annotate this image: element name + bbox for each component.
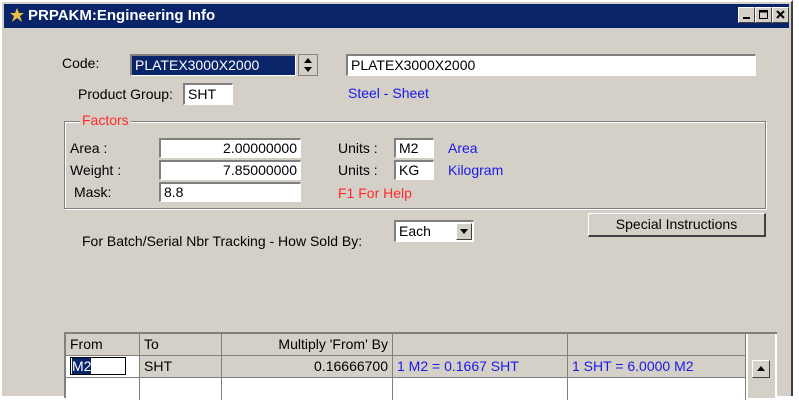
- window-title: PRPAKM:Engineering Info: [28, 7, 216, 24]
- minimize-button[interactable]: [738, 7, 755, 23]
- weight-units-input[interactable]: KG: [394, 160, 434, 180]
- weight-value: 7.85000000: [223, 162, 297, 178]
- grid-header-col5[interactable]: [568, 334, 746, 356]
- weight-label: Weight :: [70, 162, 122, 178]
- table-row-to-cell[interactable]: SHT: [140, 356, 222, 378]
- empty-cell: [140, 378, 222, 400]
- minimize-icon: [743, 17, 750, 19]
- area-units-input[interactable]: M2: [394, 138, 434, 158]
- engineering-info-window: PRPAKM:Engineering Info Code: PLATEX3000…: [0, 0, 793, 400]
- product-group-label: Product Group:: [78, 86, 173, 102]
- mask-label: Mask:: [74, 184, 112, 200]
- product-group-input[interactable]: SHT: [183, 83, 233, 105]
- grid-header-col4[interactable]: [393, 334, 568, 356]
- how-sold-by-value: Each: [399, 223, 431, 239]
- area-units-value: M2: [399, 140, 419, 156]
- table-row-reverse-conversion-cell[interactable]: 1 SHT = 6.0000 M2: [568, 356, 746, 378]
- mask-value: 8.8: [164, 184, 184, 200]
- product-group-value: SHT: [188, 86, 216, 102]
- empty-cell: [393, 378, 568, 400]
- close-button[interactable]: [772, 7, 789, 23]
- area-input[interactable]: 2.00000000: [159, 138, 301, 158]
- maximize-icon: [759, 10, 768, 19]
- empty-cell: [66, 378, 140, 400]
- grid-header-multiply[interactable]: Multiply 'From' By: [222, 334, 393, 356]
- empty-cell: [222, 378, 393, 400]
- table-row-from-cell[interactable]: M2: [66, 356, 140, 378]
- product-group-description: Steel - Sheet: [348, 85, 429, 101]
- empty-cell: [568, 378, 746, 400]
- area-value: 2.00000000: [223, 140, 297, 156]
- maximize-button[interactable]: [755, 7, 772, 23]
- chevron-down-icon: [460, 229, 468, 234]
- from-cell-editor[interactable]: M2: [70, 357, 126, 375]
- weight-units-value: KG: [399, 162, 420, 178]
- area-label: Area :: [70, 140, 108, 156]
- weight-units-description: Kilogram: [448, 162, 504, 178]
- scroll-up-button[interactable]: [752, 360, 770, 378]
- code-description-field[interactable]: PLATEX3000X2000: [346, 54, 756, 76]
- code-label: Code:: [62, 55, 100, 71]
- weight-input[interactable]: 7.85000000: [159, 160, 301, 180]
- spinner-arrows-icon: [304, 58, 312, 72]
- area-units-description: Area: [448, 140, 478, 156]
- grid-header-from[interactable]: From: [66, 334, 140, 356]
- code-description-value: PLATEX3000X2000: [351, 57, 476, 73]
- table-row-multiply-cell[interactable]: 0.16666700: [222, 356, 393, 378]
- code-spinner[interactable]: [298, 54, 318, 76]
- title-bar[interactable]: PRPAKM:Engineering Info: [4, 4, 789, 28]
- tracking-label: For Batch/Serial Nbr Tracking - How Sold…: [82, 233, 363, 249]
- weight-units-label: Units :: [338, 162, 378, 178]
- grid-scrollbar[interactable]: [748, 334, 775, 398]
- f1-help-hint: F1 For Help: [338, 185, 412, 201]
- code-input-value: PLATEX3000X2000: [135, 57, 260, 73]
- factors-title: Factors: [80, 112, 131, 128]
- special-instructions-button[interactable]: Special Instructions: [588, 213, 766, 237]
- conversion-grid: From To Multiply 'From' By M2 SHT 0.1666…: [64, 332, 777, 400]
- how-sold-by-select[interactable]: Each: [394, 220, 474, 242]
- close-icon: [776, 10, 785, 19]
- area-units-label: Units :: [338, 140, 378, 156]
- code-input[interactable]: PLATEX3000X2000: [130, 54, 296, 76]
- mask-input[interactable]: 8.8: [159, 182, 301, 202]
- grid-header-to[interactable]: To: [140, 334, 222, 356]
- chevron-up-icon: [757, 366, 765, 371]
- from-cell-value: M2: [72, 358, 92, 374]
- table-row-conversion-cell[interactable]: 1 M2 = 0.1667 SHT: [393, 356, 568, 378]
- dropdown-button[interactable]: [456, 223, 472, 240]
- app-icon: [10, 8, 24, 22]
